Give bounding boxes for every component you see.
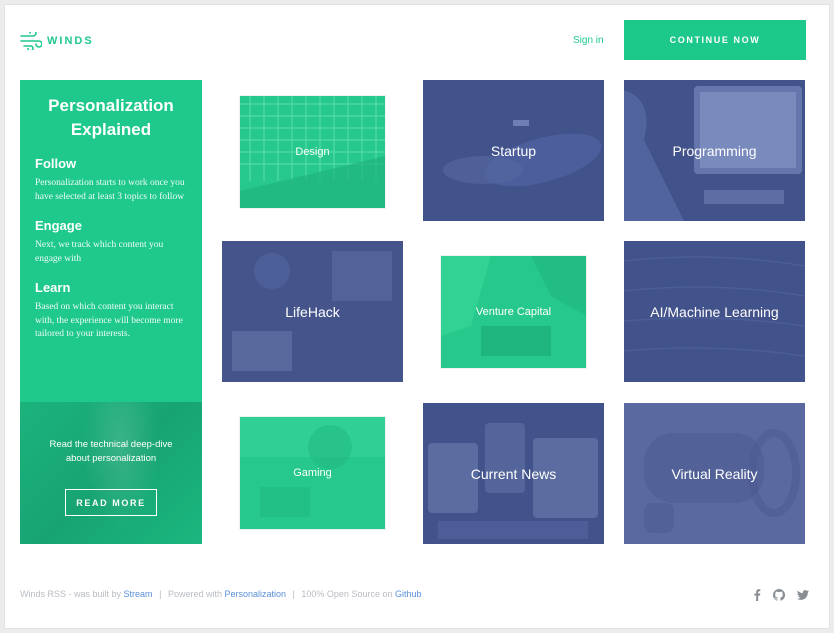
- sidebar-title-line: Personalization: [48, 96, 174, 115]
- section-heading: Engage: [35, 218, 82, 233]
- section-body: Based on which content you interact with…: [35, 302, 183, 339]
- section-heading: Learn: [35, 280, 71, 295]
- github-icon[interactable]: [772, 588, 786, 602]
- topic-tile-current-news[interactable]: Current News: [423, 403, 604, 544]
- github-link[interactable]: Github: [395, 589, 422, 599]
- facebook-icon[interactable]: [750, 588, 764, 602]
- sidebar-title: Personalization Explained: [20, 80, 202, 142]
- topic-tile-programming[interactable]: Programming: [624, 80, 805, 221]
- topic-tile-virtual-reality[interactable]: Virtual Reality: [624, 403, 805, 544]
- footer-open-source: 100% Open Source on: [301, 589, 393, 599]
- sidebar-section-learn: Learn Based on which content you interac…: [20, 280, 202, 342]
- footer-credits: Winds RSS - was built by Stream | Powere…: [20, 589, 422, 599]
- footer-prefix: Winds RSS - was built by: [20, 589, 122, 599]
- topic-tile-venture-capital[interactable]: Venture Capital: [441, 256, 586, 368]
- deep-dive-panel: Read the technical deep-dive about perso…: [20, 402, 202, 544]
- topic-label: Programming: [672, 142, 757, 159]
- read-more-button[interactable]: READ MORE: [65, 489, 157, 516]
- section-body: Personalization starts to work once you …: [35, 178, 185, 202]
- continue-now-button[interactable]: CONTINUE NOW: [624, 20, 806, 60]
- sidebar-section-follow: Follow Personalization starts to work on…: [20, 156, 202, 204]
- topic-tile-ai-machine-learning[interactable]: AI/Machine Learning: [624, 241, 805, 382]
- winds-logo[interactable]: WINDS: [20, 32, 94, 50]
- topic-tile-design[interactable]: Design: [240, 96, 385, 208]
- background-photo: [76, 402, 166, 544]
- section-heading: Follow: [35, 156, 77, 171]
- footer-separator: |: [292, 589, 295, 599]
- twitter-icon[interactable]: [796, 588, 810, 602]
- topic-tile-startup[interactable]: Startup: [423, 80, 604, 221]
- sidebar-section-engage: Engage Next, we track which content you …: [20, 218, 202, 266]
- topic-label: Startup: [490, 142, 537, 159]
- personalization-link[interactable]: Personalization: [224, 589, 286, 599]
- topic-label: AI/Machine Learning: [650, 303, 779, 320]
- stream-link[interactable]: Stream: [124, 589, 153, 599]
- sidebar-title-line: Explained: [70, 120, 152, 139]
- sign-in-link[interactable]: Sign in: [573, 35, 604, 46]
- deep-dive-line: Read the technical deep-dive: [49, 439, 173, 450]
- deep-dive-line: about personalization: [65, 453, 157, 464]
- topic-tile-lifehack[interactable]: LifeHack: [222, 241, 403, 382]
- deep-dive-text: Read the technical deep-dive about perso…: [30, 438, 192, 466]
- topic-tile-gaming[interactable]: Gaming: [240, 417, 385, 529]
- topic-label: Gaming: [293, 467, 332, 479]
- footer-powered: Powered with: [167, 589, 222, 599]
- winds-logo-icon: [20, 32, 42, 50]
- topic-label: LifeHack: [285, 303, 340, 320]
- topic-label: Venture Capital: [475, 306, 552, 318]
- logo-text: WINDS: [47, 35, 94, 47]
- topic-label: Design: [295, 146, 330, 158]
- topic-label: Virtual Reality: [671, 465, 758, 482]
- topic-label: Current News: [470, 465, 557, 482]
- footer-separator: |: [159, 589, 162, 599]
- personalization-sidebar: Personalization Explained Follow Persona…: [20, 80, 202, 544]
- section-body: Next, we track which content you engage …: [35, 240, 164, 264]
